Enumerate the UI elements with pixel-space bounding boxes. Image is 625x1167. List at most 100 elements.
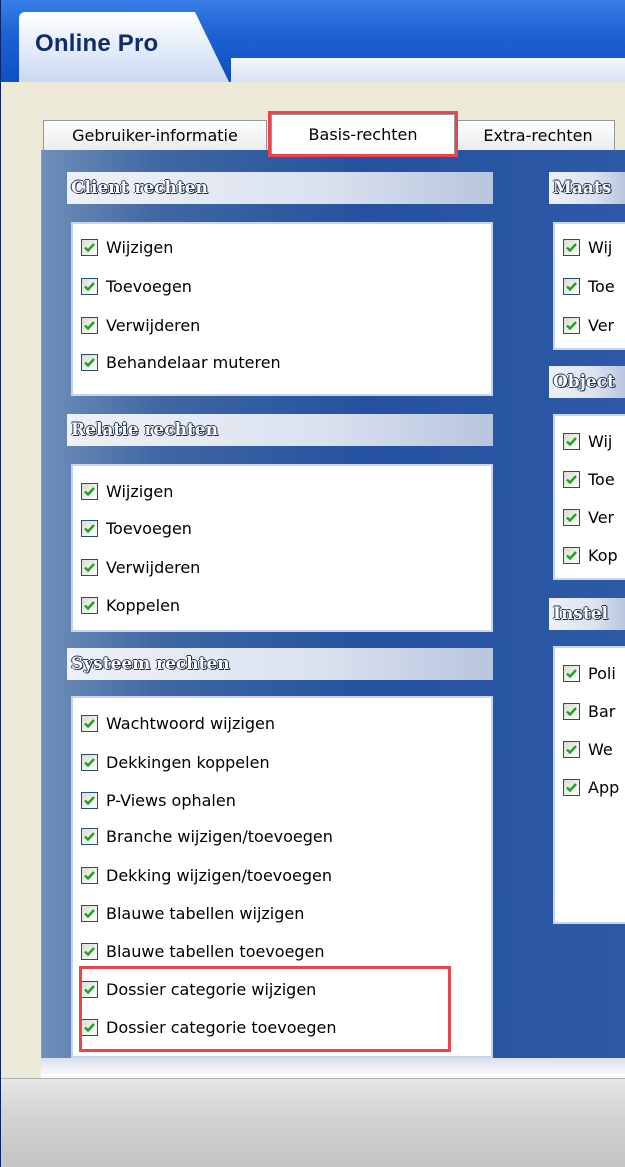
checkbox-icon[interactable] [563,470,580,488]
checkbox-object-2[interactable]: Toe [563,466,615,492]
group-title: Relatie rechten [71,420,218,440]
checkbox-label: Ver [588,315,615,335]
checkbox-maats-1[interactable]: Wij [563,234,612,260]
checkbox-label: Kop [588,545,618,565]
checkbox-label: We [588,739,613,759]
checkbox-icon[interactable] [563,277,580,295]
checkbox-icon[interactable] [81,596,98,614]
checkbox-label: Dossier categorie toevoegen [106,1017,337,1037]
checkbox-icon[interactable] [81,866,98,884]
checkbox-icon[interactable] [563,546,580,564]
checkbox-label: Koppelen [106,595,181,615]
group-box-maats: Wij Toe Ver [553,222,625,350]
checkbox-client-behandelaar-muteren[interactable]: Behandelaar muteren [81,349,281,375]
checkbox-client-verwijderen[interactable]: Verwijderen [81,312,200,338]
group-title: Instel [553,604,609,624]
checkbox-icon[interactable] [81,753,98,771]
checkbox-wachtwoord-wijzigen[interactable]: Wachtwoord wijzigen [81,710,275,736]
checkbox-object-3[interactable]: Ver [563,504,614,530]
checkbox-maats-3[interactable]: Ver [563,312,614,338]
application-window: Online Pro Gebruiker-informatie Basis-re… [0,0,625,1167]
checkbox-relatie-wijzigen[interactable]: Wijzigen [81,478,173,504]
checkbox-blauwe-tabellen-wijzigen[interactable]: Blauwe tabellen wijzigen [81,900,304,926]
checkbox-client-toevoegen[interactable]: Toevoegen [81,273,192,299]
checkbox-relatie-koppelen[interactable]: Koppelen [81,592,180,618]
checkbox-instel-1[interactable]: Poli [563,660,616,686]
group-header-client: Client rechten [67,172,493,204]
checkbox-icon[interactable] [81,904,98,922]
checkbox-label: Ver [588,507,615,527]
checkbox-label: Toevoegen [106,518,192,538]
checkbox-icon[interactable] [563,508,580,526]
group-header-object: Object [549,366,625,398]
checkbox-icon[interactable] [81,353,98,371]
group-title: Object [553,372,615,392]
checkbox-icon[interactable] [563,664,580,682]
checkbox-icon[interactable] [81,942,98,960]
checkbox-label: Wijzigen [106,481,174,501]
group-title: Client rechten [71,178,208,198]
checkbox-icon[interactable] [81,714,98,732]
checkbox-icon[interactable] [81,519,98,537]
checkbox-instel-3[interactable]: We [563,736,613,762]
checkbox-icon[interactable] [81,791,98,809]
tab-gebruiker-informatie[interactable]: Gebruiker-informatie [43,120,267,150]
checkbox-icon[interactable] [81,980,98,998]
checkbox-label: Toe [588,469,615,489]
checkbox-object-1[interactable]: Wij [563,428,612,454]
checkbox-icon[interactable] [81,1018,98,1036]
window-title: Online Pro [35,30,159,57]
checkbox-icon[interactable] [81,238,98,256]
checkbox-label: Toe [588,276,615,296]
checkbox-label: Dossier categorie wijzigen [106,979,317,999]
checkbox-icon[interactable] [563,702,580,720]
checkbox-label: Dekking wijzigen/toevoegen [106,865,333,885]
checkbox-label: Toevoegen [106,276,192,296]
tab-extra-rechten[interactable]: Extra-rechten [457,120,615,150]
group-box-client: Wijzigen Toevoegen Verwijderen Behandela… [71,222,493,396]
checkbox-relatie-toevoegen[interactable]: Toevoegen [81,515,192,541]
checkbox-icon[interactable] [81,482,98,500]
checkbox-instel-4[interactable]: App [563,774,619,800]
group-title: Systeem rechten [71,654,230,674]
checkbox-relatie-verwijderen[interactable]: Verwijderen [81,554,200,580]
checkbox-label: Behandelaar muteren [106,352,281,372]
checkbox-dossier-categorie-wijzigen[interactable]: Dossier categorie wijzigen [81,976,316,1002]
checkbox-icon[interactable] [81,316,98,334]
checkbox-p-views-ophalen[interactable]: P-Views ophalen [81,787,236,813]
checkbox-label: Verwijderen [106,557,201,577]
checkbox-label: Blauwe tabellen toevoegen [106,941,325,961]
checkbox-label: Wij [588,237,613,257]
checkbox-client-wijzigen[interactable]: Wijzigen [81,234,173,260]
group-header-instel: Instel [549,598,625,630]
checkbox-icon[interactable] [563,778,580,796]
group-title: Maats [553,178,612,198]
group-header-systeem: Systeem rechten [67,648,493,680]
checkbox-icon[interactable] [81,277,98,295]
tab-strip: Gebruiker-informatie Basis-rechten Extra… [1,82,625,154]
checkbox-icon[interactable] [563,432,580,450]
bottom-bar [1,1078,625,1167]
checkbox-icon[interactable] [563,238,580,256]
group-box-object: Wij Toe Ver Kop [553,414,625,580]
checkbox-label: App [588,777,620,797]
checkbox-dossier-categorie-toevoegen[interactable]: Dossier categorie toevoegen [81,1014,337,1040]
tab-basis-rechten[interactable]: Basis-rechten [271,114,455,154]
checkbox-icon[interactable] [563,740,580,758]
checkbox-object-4[interactable]: Kop [563,542,618,568]
group-box-instel: Poli Bar We App [553,646,625,924]
checkbox-icon[interactable] [81,558,98,576]
checkbox-instel-2[interactable]: Bar [563,698,615,724]
checkbox-maats-2[interactable]: Toe [563,273,615,299]
checkbox-icon[interactable] [81,827,98,845]
checkbox-label: P-Views ophalen [106,790,236,810]
checkbox-label: Poli [588,663,616,683]
checkbox-icon[interactable] [563,316,580,334]
tab-label: Gebruiker-informatie [72,126,238,145]
group-box-systeem: Wachtwoord wijzigen Dekkingen koppelen P… [71,696,493,1058]
checkbox-dekking-wijzigen-toevoegen[interactable]: Dekking wijzigen/toevoegen [81,862,332,888]
checkbox-branche-wijzigen-toevoegen[interactable]: Branche wijzigen/toevoegen [81,823,333,849]
checkbox-blauwe-tabellen-toevoegen[interactable]: Blauwe tabellen toevoegen [81,938,325,964]
checkbox-label: Wij [588,431,613,451]
checkbox-dekkingen-koppelen[interactable]: Dekkingen koppelen [81,749,270,775]
